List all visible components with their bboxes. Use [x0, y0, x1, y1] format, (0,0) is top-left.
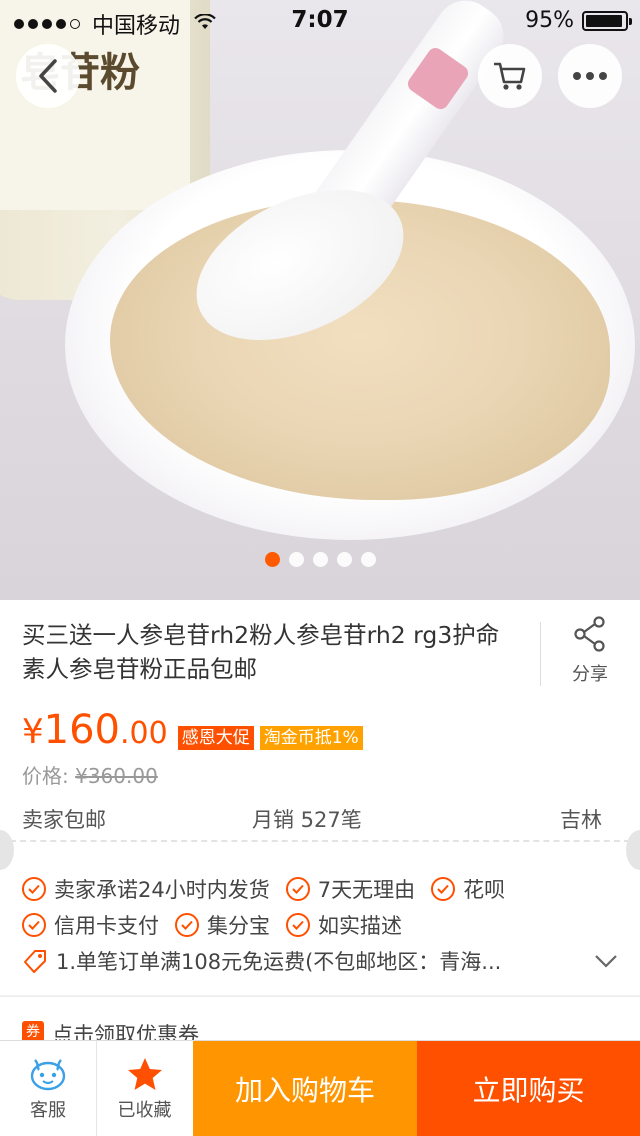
coupon-strip[interactable]: 券 点击领取优惠券 [0, 996, 640, 1047]
service-item: 信用卡支付 [22, 910, 159, 940]
coin-tag: 淘金币抵1% [259, 726, 363, 750]
check-circle-icon [175, 913, 199, 937]
cart-button[interactable] [478, 44, 542, 108]
pager-dot[interactable] [336, 552, 352, 567]
service-item: 集分宝 [175, 910, 270, 940]
service-line: 卖家承诺24小时内发货 7天无理由 花呗 [22, 874, 521, 904]
pager-dot[interactable] [264, 552, 280, 567]
battery-percent: 95% [525, 8, 574, 33]
battery-indicator: 95% [525, 8, 632, 33]
battery-icon [582, 10, 632, 31]
check-circle-icon [286, 913, 310, 937]
chevron-left-icon [39, 59, 57, 93]
shipping-info: 卖家包邮 [22, 808, 106, 832]
bottom-action-bar: 客服 已收藏 加入购物车 立即购买 [0, 1040, 640, 1136]
customer-service-label: 客服 [30, 1100, 66, 1121]
monthly-sales: 月销 527笔 [252, 808, 362, 832]
share-button[interactable]: 分享 [555, 616, 625, 686]
chevron-down-icon [595, 955, 617, 968]
favorite-button[interactable]: 已收藏 [96, 1041, 192, 1136]
back-button[interactable] [16, 44, 80, 108]
divider [540, 622, 541, 686]
ship-location: 吉林 [560, 808, 602, 832]
service-panel[interactable]: 卖家承诺24小时内发货 7天无理由 花呗 信用卡支付 集分宝 如实描述 1.单笔… [0, 840, 640, 995]
customer-service-button[interactable]: 客服 [0, 1041, 96, 1136]
price-row: ¥160.00 感恩大促 淘金币抵1% [22, 708, 363, 756]
star-icon [127, 1058, 162, 1090]
check-circle-icon [431, 877, 456, 901]
more-button[interactable] [558, 44, 622, 108]
pager-dot[interactable] [360, 552, 376, 567]
product-title: 买三送一人参皂苷rh2粉人参皂苷rh2 rg3护命素人参皂苷粉正品包邮 [22, 621, 500, 683]
shipping-promo-row[interactable]: 1.单笔订单满108元免运费(不包邮地区：青海... [22, 946, 618, 976]
check-circle-icon [22, 913, 46, 937]
add-to-cart-button[interactable]: 加入购物车 [193, 1041, 417, 1136]
service-line: 信用卡支付 集分宝 如实描述 [22, 910, 418, 940]
buy-now-button[interactable]: 立即购买 [417, 1041, 640, 1136]
favorite-label: 已收藏 [117, 1100, 172, 1121]
service-item: 如实描述 [286, 910, 402, 940]
cart-icon [494, 62, 526, 90]
share-icon [574, 616, 605, 652]
tag-icon [24, 950, 46, 973]
check-circle-icon [22, 877, 46, 901]
pager-dot[interactable] [312, 552, 328, 567]
current-price: ¥160.00 [22, 707, 168, 753]
product-image[interactable]: 皂苷粉 [0, 0, 640, 600]
pager-dot[interactable] [288, 552, 304, 567]
service-item: 花呗 [431, 874, 505, 904]
image-pager[interactable] [0, 552, 640, 567]
share-label: 分享 [572, 664, 608, 685]
shipping-promo-text: 1.单笔订单满108元免运费(不包邮地区：青海... [56, 950, 502, 974]
service-item: 7天无理由 [285, 874, 415, 904]
status-bar: 中国移动 7:07 95% [0, 0, 640, 40]
promo-tag: 感恩大促 [177, 726, 254, 750]
more-dots-icon [573, 72, 607, 80]
product-info: 买三送一人参皂苷rh2粉人参皂苷rh2 rg3护命素人参皂苷粉正品包邮 分享 ¥… [0, 600, 640, 840]
service-item: 卖家承诺24小时内发货 [22, 874, 270, 904]
customer-service-icon [30, 1059, 66, 1091]
original-price: 价格: ¥360.00 [22, 764, 158, 788]
check-circle-icon [285, 877, 310, 901]
